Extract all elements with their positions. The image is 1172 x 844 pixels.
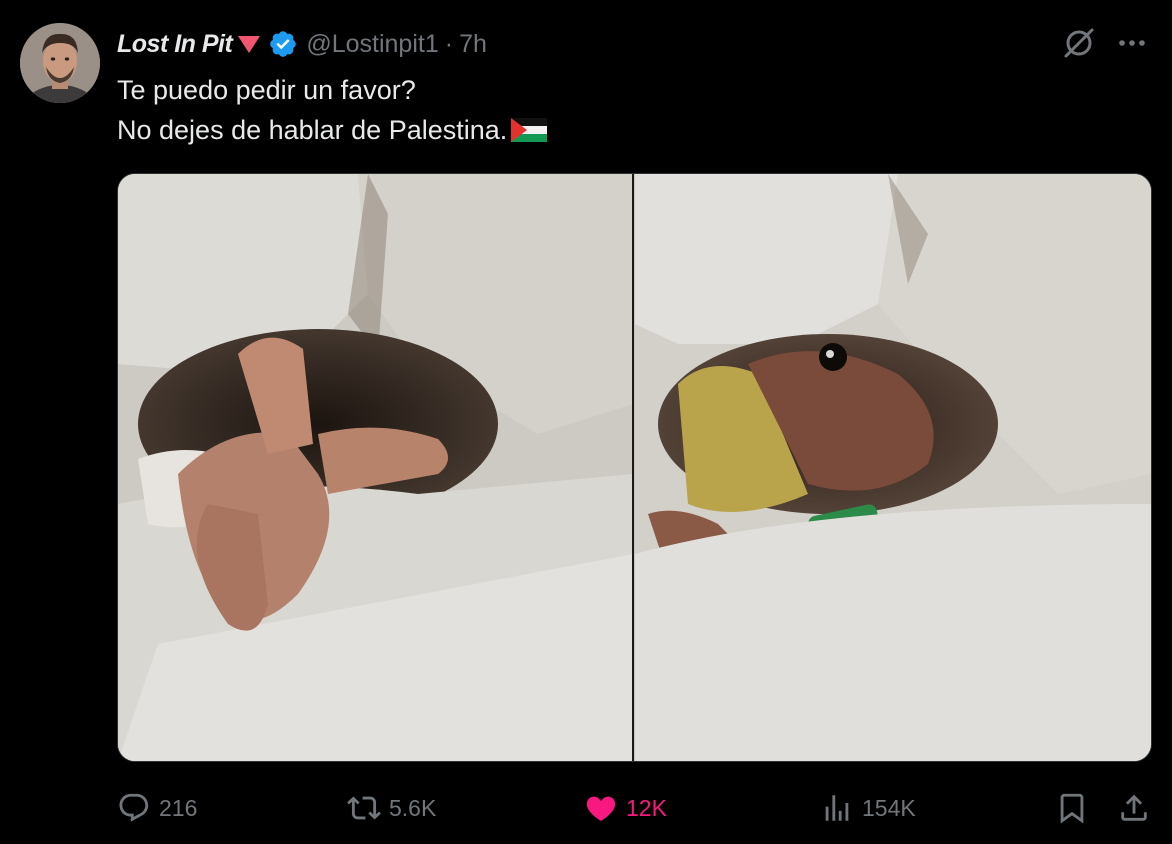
more-icon[interactable] xyxy=(1113,28,1151,58)
author-handle[interactable]: @Lostinpit1 xyxy=(306,30,438,59)
tweet-text: Te puedo pedir un favor? No dejes de hab… xyxy=(117,70,1117,150)
like-icon xyxy=(586,796,616,821)
like-count: 12K xyxy=(626,794,667,821)
tweet-media[interactable] xyxy=(117,173,1152,762)
avatar[interactable] xyxy=(20,23,100,103)
like-button[interactable]: 12K xyxy=(584,785,667,831)
bookmark-icon[interactable] xyxy=(1055,791,1089,825)
separator-dot: · xyxy=(444,29,454,58)
palestine-flag-emoji xyxy=(511,117,548,142)
tweet-header: Lost In Pit @Lostinpit1 · 7h xyxy=(117,24,487,64)
reply-icon xyxy=(119,793,149,822)
reply-button[interactable]: 216 xyxy=(117,785,197,831)
tweet-time[interactable]: 7h xyxy=(459,30,487,59)
media-panel-right xyxy=(635,174,1151,761)
media-panel-left xyxy=(118,174,633,761)
grok-icon[interactable] xyxy=(1060,24,1098,62)
repost-icon xyxy=(347,796,381,820)
share-icon[interactable] xyxy=(1117,791,1151,825)
tweet-text-line-2-wrap: No dejes de hablar de Palestina. xyxy=(117,110,1117,150)
verified-badge-icon[interactable] xyxy=(268,29,298,59)
reply-count: 216 xyxy=(159,794,198,821)
views-button[interactable]: 154K xyxy=(820,785,916,831)
views-count: 154K xyxy=(862,794,916,821)
action-bar: 216 5.6K 12K 154K xyxy=(117,785,1157,831)
views-icon xyxy=(825,795,849,821)
tweet-text-line-1: Te puedo pedir un favor? xyxy=(117,75,416,105)
repost-button[interactable]: 5.6K xyxy=(347,785,436,831)
repost-count: 5.6K xyxy=(389,794,437,821)
author-name[interactable]: Lost In Pit xyxy=(117,30,233,59)
tweet-text-line-2: No dejes de hablar de Palestina. xyxy=(117,115,508,145)
pink-triangle-icon xyxy=(238,36,261,53)
